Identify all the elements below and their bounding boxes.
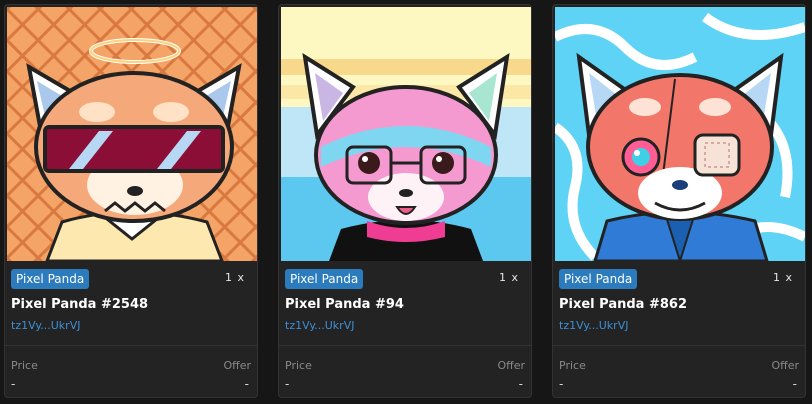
offer-value: - bbox=[244, 377, 249, 391]
divider bbox=[5, 345, 257, 346]
collection-badge[interactable]: Pixel Panda bbox=[11, 269, 90, 289]
offer-value: - bbox=[792, 377, 797, 391]
nft-card[interactable]: Pixel Panda 1 x Pixel Panda #862 tz1Vy..… bbox=[552, 4, 806, 398]
nft-card-grid: Pixel Panda 1 x Pixel Panda #2548 tz1Vy.… bbox=[0, 0, 812, 404]
nft-artwork-image[interactable] bbox=[555, 7, 805, 261]
offer-label: Offer bbox=[223, 359, 251, 372]
price-label: Price bbox=[559, 359, 586, 372]
quantity-label: 1 x bbox=[498, 271, 519, 284]
price-value: - bbox=[285, 377, 290, 391]
quantity-label: 1 x bbox=[772, 271, 793, 284]
offer-label: Offer bbox=[497, 359, 525, 372]
nft-title[interactable]: Pixel Panda #2548 bbox=[11, 297, 148, 312]
price-value: - bbox=[11, 377, 16, 391]
owner-address-link[interactable]: tz1Vy...UkrVJ bbox=[11, 319, 80, 332]
quantity-label: 1 x bbox=[224, 271, 245, 284]
offer-value: - bbox=[518, 377, 523, 391]
collection-badge[interactable]: Pixel Panda bbox=[559, 269, 638, 289]
collection-badge[interactable]: Pixel Panda bbox=[285, 269, 364, 289]
nft-title[interactable]: Pixel Panda #862 bbox=[559, 297, 687, 312]
divider bbox=[279, 345, 531, 346]
nft-card[interactable]: Pixel Panda 1 x Pixel Panda #94 tz1Vy...… bbox=[278, 4, 532, 398]
nft-title[interactable]: Pixel Panda #94 bbox=[285, 297, 404, 312]
owner-address-link[interactable]: tz1Vy...UkrVJ bbox=[559, 319, 628, 332]
divider bbox=[553, 345, 805, 346]
owner-address-link[interactable]: tz1Vy...UkrVJ bbox=[285, 319, 354, 332]
nft-card[interactable]: Pixel Panda 1 x Pixel Panda #2548 tz1Vy.… bbox=[4, 4, 258, 398]
nft-artwork-image[interactable] bbox=[7, 7, 257, 261]
nft-artwork-image[interactable] bbox=[281, 7, 531, 261]
offer-label: Offer bbox=[771, 359, 799, 372]
price-label: Price bbox=[11, 359, 38, 372]
price-value: - bbox=[559, 377, 564, 391]
price-label: Price bbox=[285, 359, 312, 372]
